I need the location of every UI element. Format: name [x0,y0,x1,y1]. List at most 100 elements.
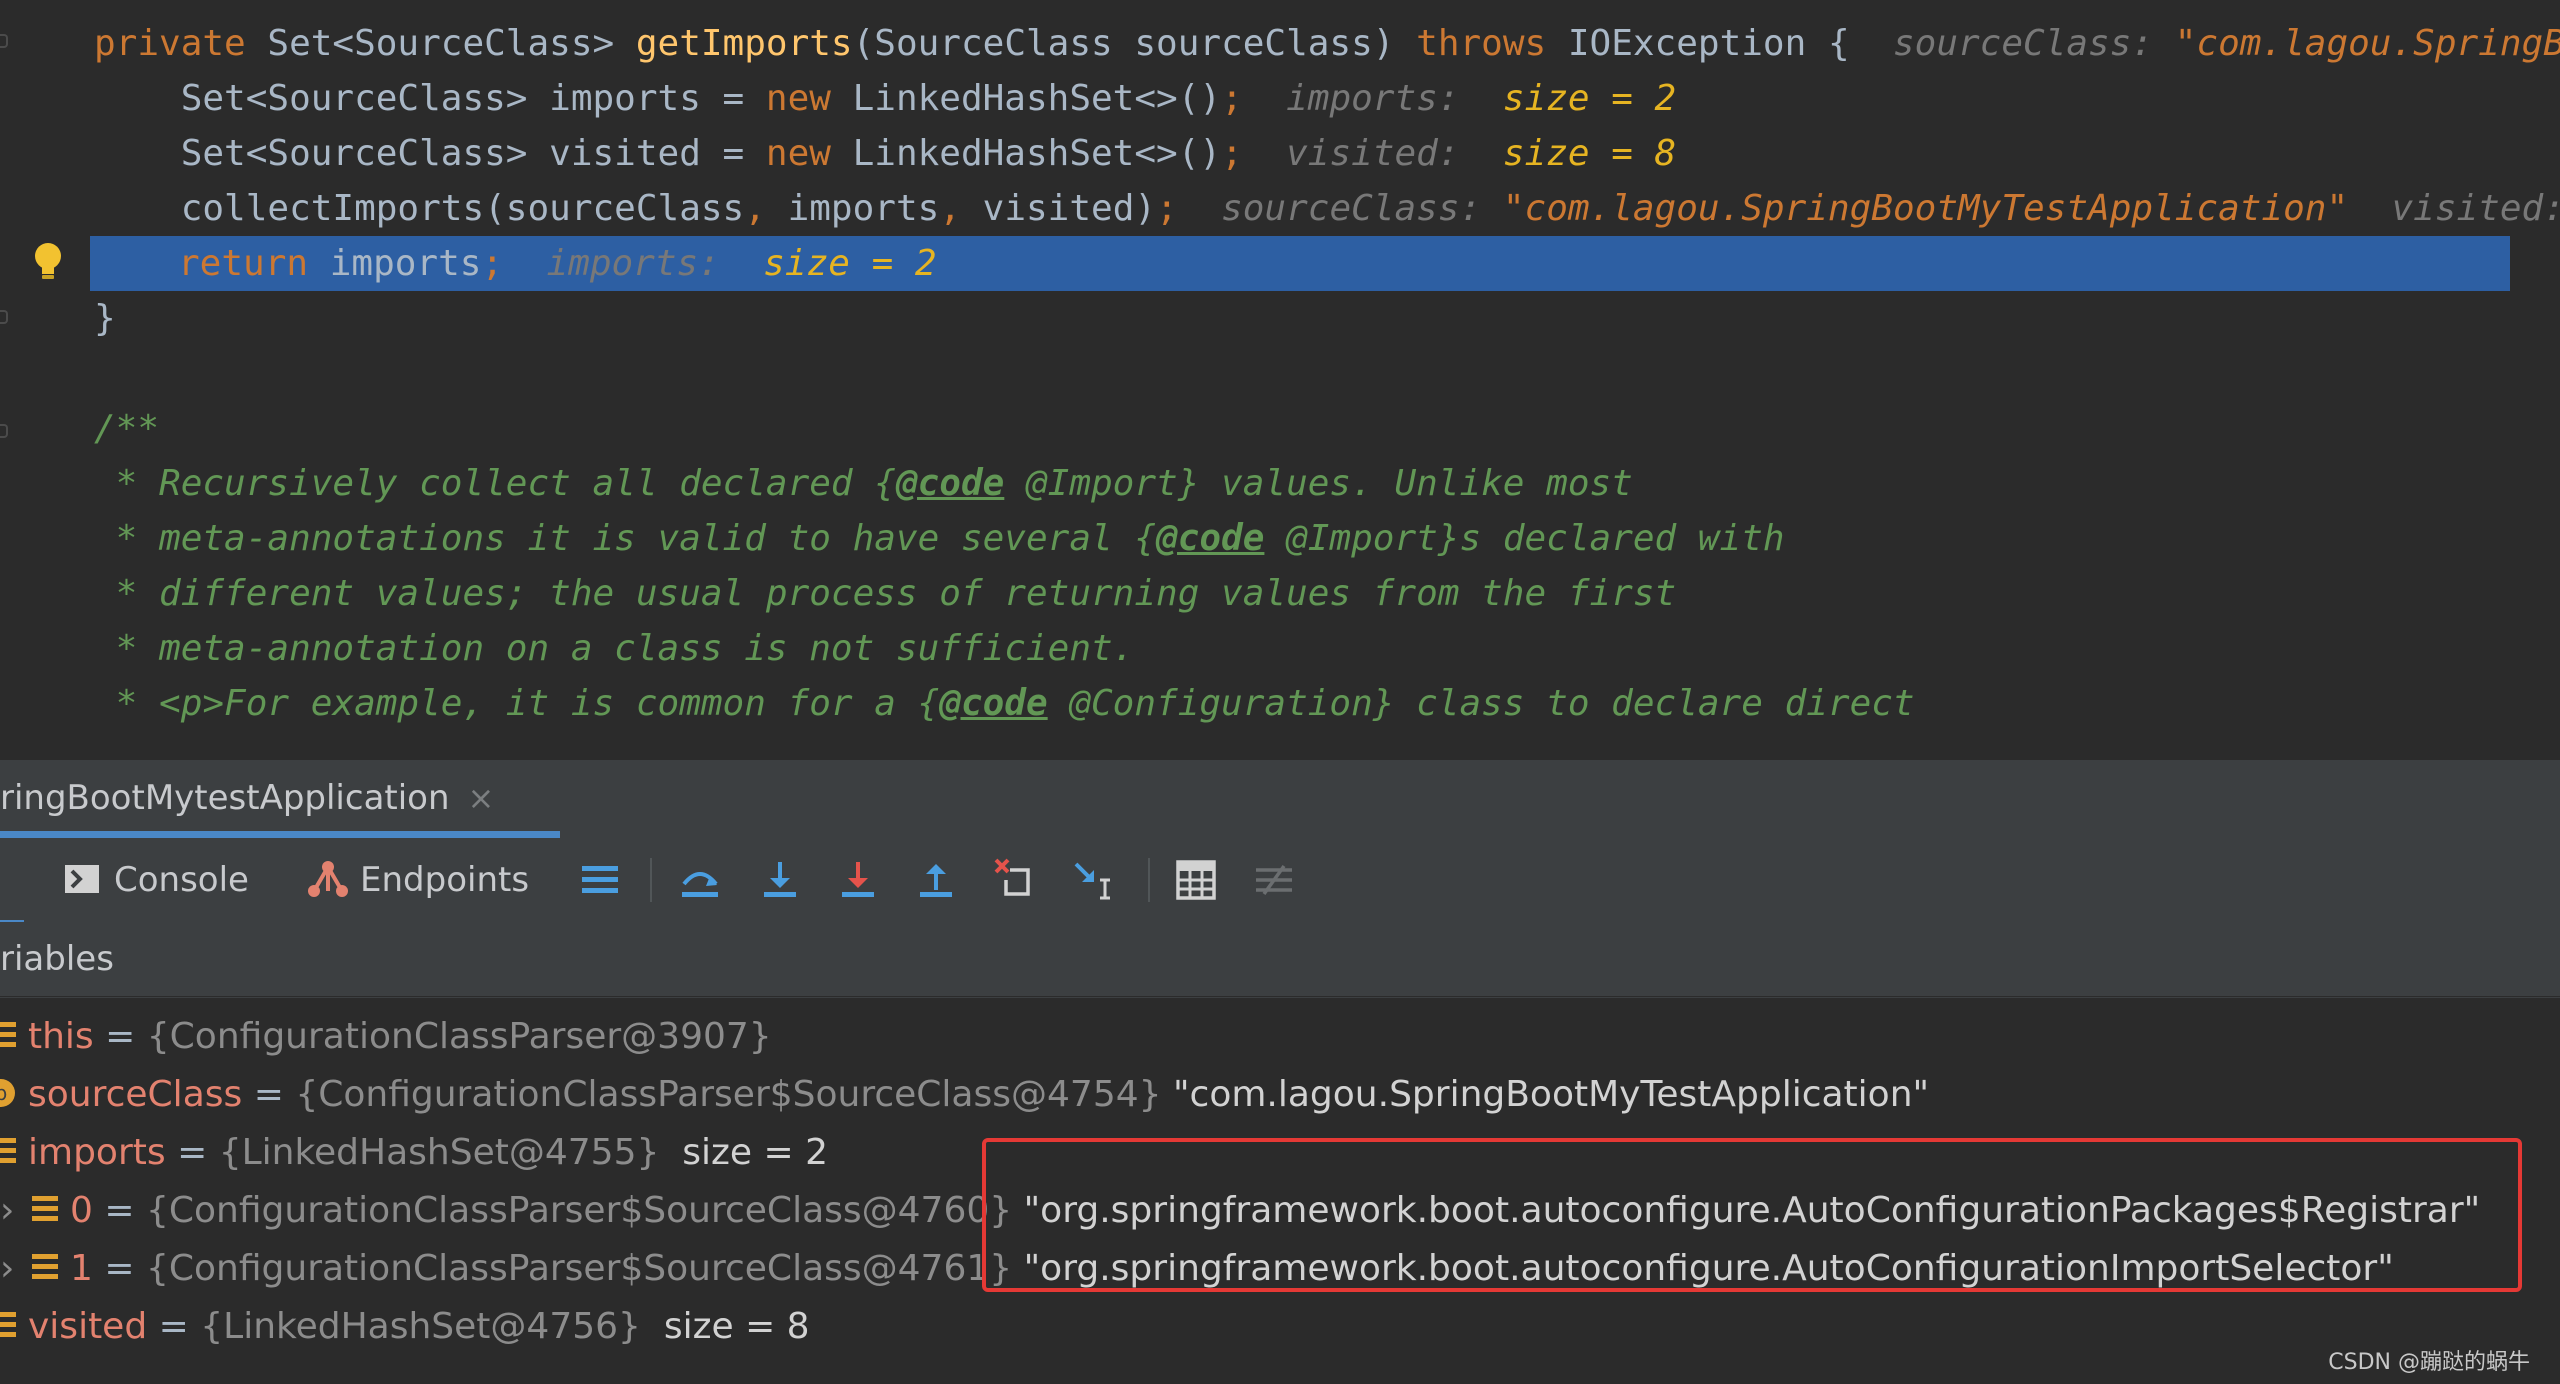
console-label: Console [114,860,249,900]
force-step-into-icon[interactable] [834,856,882,904]
equals-sign: = [165,1132,219,1173]
code-token: @code [895,463,1005,504]
variable-row[interactable]: visited = {LinkedHashSet@4756} size = 8 [0,1298,2560,1356]
code-line[interactable]: } [0,291,2560,346]
code-token: IOException { [1567,23,1893,64]
code-token: imports [329,243,482,284]
step-out-icon[interactable] [912,856,960,904]
code-token: Set<SourceClass> visited = [94,133,766,174]
code-token: Set<SourceClass> imports = [94,78,766,119]
endpoints-icon [308,860,348,897]
variables-header: riables [0,922,2560,997]
variable-name: this [28,1016,94,1057]
equals-sign: = [92,1248,146,1289]
lightbulb-icon[interactable] [30,240,66,284]
code-token: size = 8 [1502,133,1677,174]
code-line[interactable]: /** [0,401,2560,456]
code-token: size = 2 [1502,78,1677,119]
variable-name: 1 [70,1248,93,1289]
code-token: @code [1156,518,1265,559]
variable-name: sourceClass [28,1074,243,1115]
code-token: "com.lagou.SpringBootM [2174,23,2560,64]
code-line[interactable]: Set<SourceClass> imports = new LinkedHas… [0,71,2560,126]
code-line[interactable] [0,346,2560,401]
code-token: private [94,23,268,64]
variable-row[interactable]: p sourceClass = {ConfigurationClassParser… [0,1066,2560,1124]
code-token: "com.lagou.SpringBootMyTestApplication" [1502,188,2349,229]
code-token: @Import} values. Unlike most [1004,463,1633,504]
code-token: throws [1416,23,1568,64]
code-token: sourceClass: [1892,23,2175,64]
toolbar-separator [650,858,652,902]
run-to-cursor-icon[interactable] [1070,856,1118,904]
code-token: collectImports(sourceClass [94,188,745,229]
current-execution-line[interactable]: return imports; imports: size = 2 [90,236,2510,291]
evaluate-expression-icon[interactable] [1172,856,1220,904]
variable-name: imports [28,1132,166,1173]
code-line[interactable]: * <p>For example, it is common for a {@c… [0,676,2560,731]
trace-stream-icon[interactable] [1250,856,1298,904]
code-token: visited) [982,188,1157,229]
code-token: * meta-annotations it is valid to have s… [94,518,1157,559]
code-token: @code [939,683,1048,724]
variable-value: "com.lagou.SpringBootMyTestApplication" [1161,1074,1930,1115]
annotation-highlight-box [982,1138,2522,1292]
code-line[interactable]: * meta-annotations it is valid to have s… [0,511,2560,566]
console-tab[interactable]: Console [64,838,249,922]
step-into-icon[interactable] [756,856,804,904]
session-tab-label: ringBootMytestApplication [0,778,450,818]
code-token: size = 2 [763,243,937,284]
parameter-icon: p [0,1066,18,1124]
field-icon [0,1298,18,1356]
code-line[interactable]: private Set<SourceClass> getImports(Sour… [0,16,2560,71]
variable-type: {ConfigurationClassParser$SourceClass@47… [145,1248,1013,1289]
code-token: visited: [1286,133,1503,174]
debug-session-tab[interactable]: ringBootMytestApplication × [0,760,560,838]
console-icon [65,864,99,893]
code-token: getImports [635,23,853,64]
code-token: * <p>For example, it is common for a { [94,683,940,724]
code-line[interactable]: * Recursively collect all declared {@cod… [0,456,2560,511]
variable-name: 0 [70,1190,93,1231]
field-icon [30,1182,60,1240]
code-token: imports [787,188,940,229]
code-token: new [765,133,853,174]
variable-value: size = 8 [640,1306,810,1347]
equals-sign: = [242,1074,296,1115]
code-token: * different values; the usual process of… [94,573,1677,614]
code-token: sourceClass: [1221,188,1503,229]
code-line[interactable]: * meta-annotation on a class is not suff… [0,621,2560,676]
code-token: ; [1221,133,1287,174]
close-icon[interactable]: × [468,779,495,817]
code-line[interactable]: Set<SourceClass> visited = new LinkedHas… [0,126,2560,181]
code-token: * meta-annotation on a class is not suff… [94,628,1135,669]
drop-frame-icon[interactable] [992,856,1040,904]
endpoints-tab[interactable]: Endpoints [306,838,529,922]
variable-row[interactable]: this = {ConfigurationClassParser@3907} [0,1008,2560,1066]
code-editor[interactable]: private Set<SourceClass> getImports(Sour… [0,0,2560,760]
code-token: imports: [1286,78,1503,119]
tree-indent: › [0,1248,15,1289]
code-line[interactable]: collectImports(sourceClass, imports, vis… [0,181,2560,236]
svg-text:p: p [0,1081,7,1105]
variable-type: {LinkedHashSet@4756} [200,1306,641,1347]
code-line[interactable]: * different values; the usual process of… [0,566,2560,621]
toolbar-separator [1148,858,1150,902]
variable-type: {ConfigurationClassParser$SourceClass@47… [295,1074,1162,1115]
code-token: LinkedHashSet<>() [852,78,1222,119]
code-token: LinkedHashSet<>() [852,133,1222,174]
code-token: imports: [546,243,764,284]
threads-menu-icon[interactable] [576,856,624,904]
code-token: /** [94,408,160,449]
variable-name: visited [28,1306,148,1347]
code-token: visited: [2391,188,2560,229]
step-over-icon[interactable] [676,856,724,904]
code-token: ; [1221,78,1287,119]
variable-value: size = 2 [659,1132,829,1173]
active-tab-indicator [0,831,560,838]
code-token: @Import}s declared with [1264,518,1785,559]
field-icon [0,1124,18,1182]
debug-session-bar: ringBootMytestApplication × [0,760,2560,839]
tree-indent: › [0,1190,15,1231]
equals-sign: = [93,1016,147,1057]
